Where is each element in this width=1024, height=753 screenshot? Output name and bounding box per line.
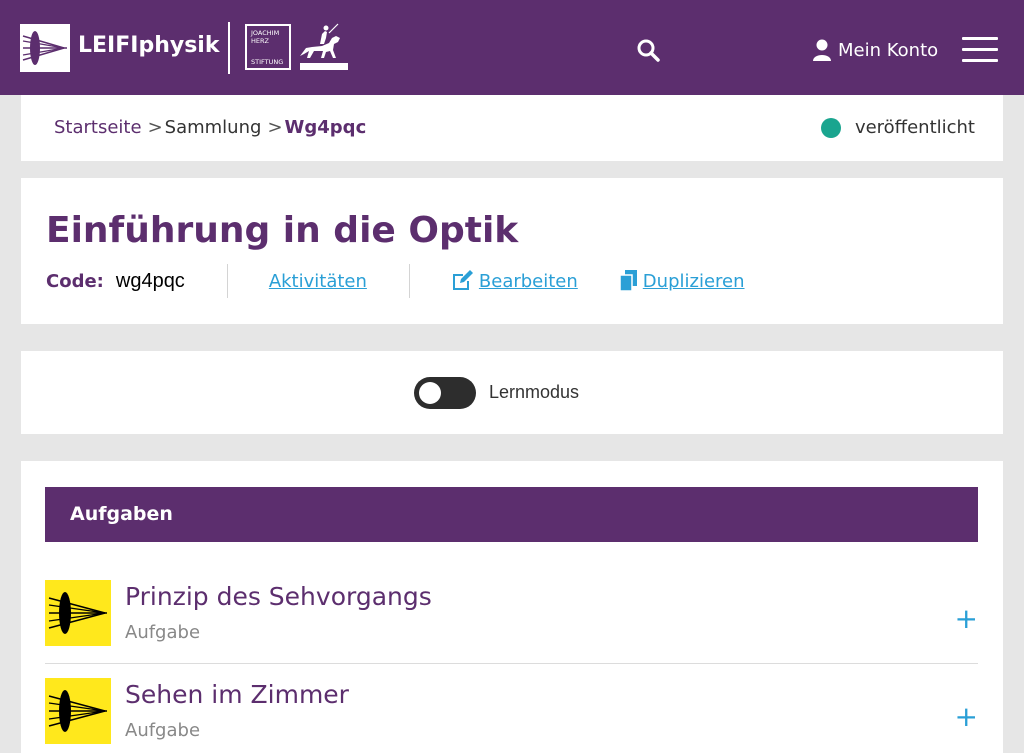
learning-mode-panel: Lernmodus	[21, 351, 1003, 434]
collection-meta: Code: wg4pqc Aktivitäten Bearbeiten Dupl…	[46, 264, 745, 298]
breadcrumb-separator: >	[147, 117, 163, 138]
edit-label[interactable]: Bearbeiten	[479, 271, 578, 292]
duplicate-label[interactable]: Duplizieren	[643, 271, 745, 292]
learning-mode-toggle[interactable]	[414, 377, 476, 409]
code-label: Code:	[46, 270, 104, 292]
task-title[interactable]: Sehen im Zimmer	[125, 680, 349, 709]
tasks-header: Aufgaben	[45, 487, 978, 542]
status-dot-icon	[820, 117, 841, 138]
brand-name[interactable]: LEIFIphysik	[78, 33, 219, 58]
account-label: Mein Konto	[838, 39, 939, 61]
lens-thumbnail-icon	[45, 678, 111, 744]
task-title[interactable]: Prinzip des Sehvorgangs	[125, 582, 432, 611]
duplicate-button[interactable]: Duplizieren	[619, 270, 745, 292]
task-type: Aufgabe	[125, 720, 201, 741]
copy-icon	[619, 270, 637, 292]
edit-button[interactable]: Bearbeiten	[451, 270, 578, 292]
task-item[interactable]: Prinzip des Sehvorgangs Aufgabe +	[45, 580, 978, 672]
edit-icon	[452, 270, 473, 290]
meta-divider	[408, 264, 410, 298]
partner-logo[interactable]: JOACHIM HERZ STIFTUNG	[245, 24, 291, 70]
breadcrumb-home[interactable]: Startseite	[54, 117, 142, 138]
tasks-panel: Aufgaben Prinzip des Sehvorgangs Aufgabe…	[21, 461, 1003, 753]
meta-divider	[226, 264, 228, 298]
breadcrumb-bar: Startseite > Sammlung > Wg4pqc veröffent…	[21, 95, 1003, 161]
partner-line-2: HERZ	[251, 37, 269, 45]
breadcrumb-collection[interactable]: Sammlung	[165, 117, 262, 138]
expand-plus-icon[interactable]: +	[955, 700, 978, 733]
status-label: veröffentlicht	[854, 117, 975, 138]
brand-divider	[228, 22, 230, 74]
page-title: Einführung in die Optik	[46, 210, 519, 251]
lens-logo-icon[interactable]	[20, 24, 70, 72]
lens-thumbnail-icon	[45, 580, 111, 646]
breadcrumb-current: Wg4pqc	[284, 117, 367, 138]
partner-line-3: STIFTUNG	[251, 58, 284, 66]
breadcrumb: Startseite > Sammlung > Wg4pqc	[54, 117, 366, 138]
learning-mode-label: Lernmodus	[489, 382, 580, 402]
status-badge: veröffentlicht	[820, 117, 975, 138]
user-icon	[813, 39, 831, 61]
horse-rider-logo-icon	[300, 23, 348, 70]
breadcrumb-separator: >	[267, 117, 283, 138]
top-navigation-bar: LEIFIphysik JOACHIM HERZ STIFTUNG Mein K…	[0, 0, 1024, 95]
expand-plus-icon[interactable]: +	[955, 602, 978, 635]
task-item[interactable]: Sehen im Zimmer Aufgabe +	[45, 678, 978, 753]
toggle-knob	[419, 382, 441, 404]
partner-line-1: JOACHIM	[251, 29, 280, 37]
task-type: Aufgabe	[125, 622, 201, 643]
search-icon[interactable]	[636, 38, 660, 62]
hamburger-menu-icon[interactable]	[962, 36, 998, 64]
task-divider	[45, 663, 978, 664]
collection-header: Einführung in die Optik Code: wg4pqc Akt…	[21, 178, 1003, 324]
account-button[interactable]: Mein Konto	[812, 36, 938, 64]
activities-link[interactable]: Aktivitäten	[269, 271, 367, 292]
code-value: wg4pqc	[115, 269, 185, 292]
